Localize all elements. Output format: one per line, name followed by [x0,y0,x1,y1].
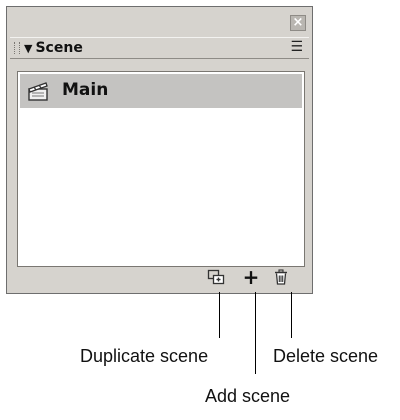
add-scene-callout: Add scene [205,386,291,406]
plus-icon: + [242,265,260,289]
scene-panel: × ▼ Scene ☰ Main [6,6,313,294]
scene-list: Main [17,71,305,267]
delete-scene-callout: Delete scene [273,346,379,366]
trash-icon [275,269,287,285]
drag-grip[interactable] [14,42,20,54]
duplicate-scene-icon [207,269,225,285]
panel-header[interactable]: ▼ Scene ☰ [10,37,309,59]
panel-titlebar[interactable]: × [7,7,312,37]
clapperboard-icon [28,82,48,101]
duplicate-callout-line [219,292,220,338]
delete-callout-line [291,292,292,338]
panel-title[interactable]: ▼ Scene [24,40,83,56]
delete-scene-button[interactable] [270,266,292,288]
close-icon: × [292,15,304,30]
add-callout-line [255,292,256,374]
close-button[interactable]: × [290,15,306,31]
add-scene-button[interactable]: + [240,266,262,288]
duplicate-scene-callout: Duplicate scene [80,346,209,366]
collapse-triangle-icon[interactable]: ▼ [24,42,32,55]
scene-list-item-main[interactable]: Main [20,74,302,108]
scene-label: Main [62,80,109,100]
panel-title-label: Scene [35,40,83,56]
options-menu-icon[interactable]: ☰ [290,39,303,55]
duplicate-scene-button[interactable] [205,266,227,288]
